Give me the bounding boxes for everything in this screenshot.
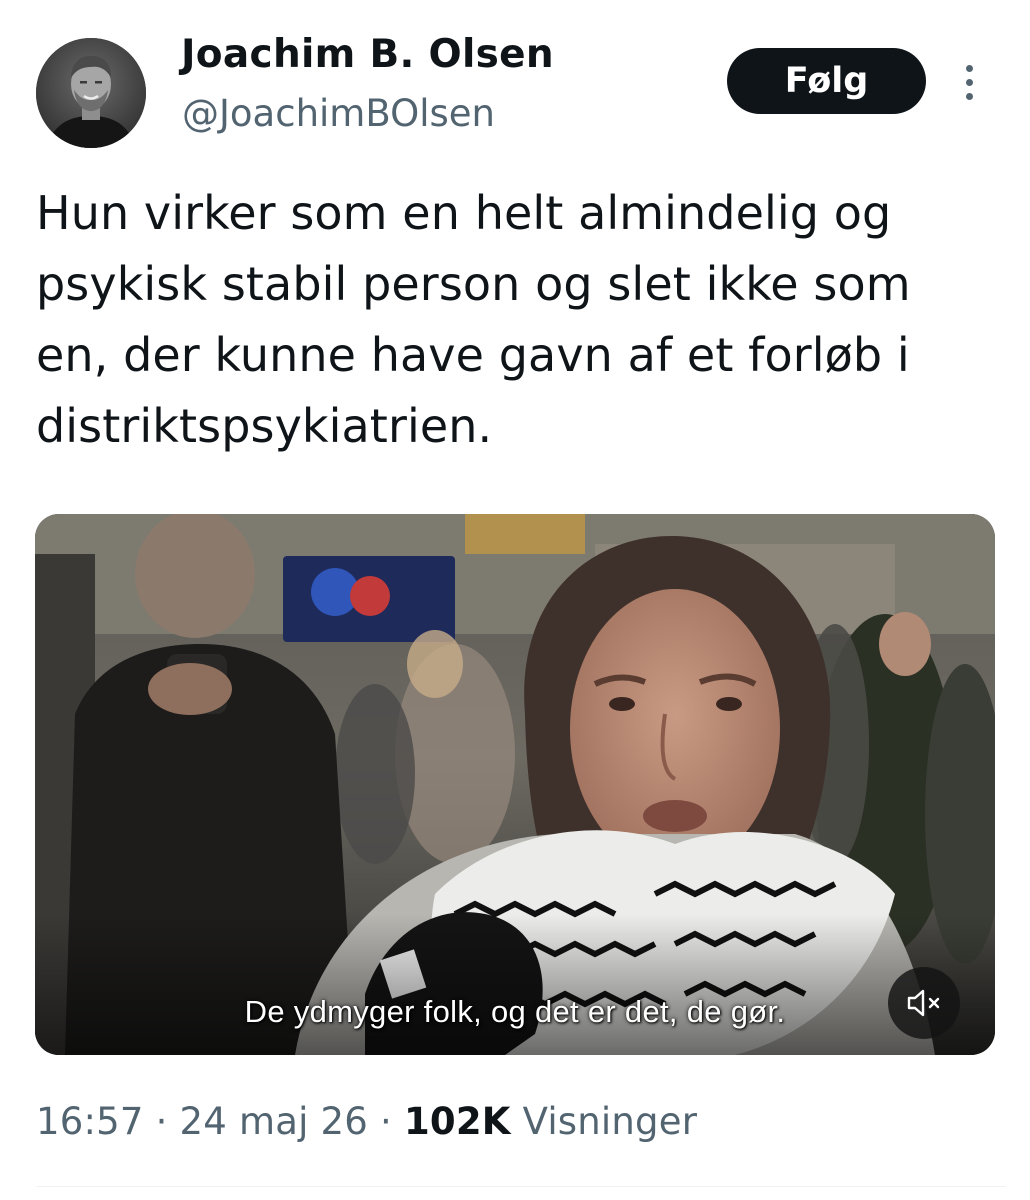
speaker-muted-glyph <box>907 989 940 1017</box>
meta-separator: · <box>380 1100 392 1143</box>
speaker-muted-icon[interactable] <box>888 967 960 1039</box>
tweet-text-line: en, der kunne have gavn af et forløb i <box>36 328 910 382</box>
tweet-meta: 16:57 · 24 maj 26 · 102K Visninger <box>36 1100 697 1143</box>
tweet-date[interactable]: 24 maj 26 <box>180 1100 368 1143</box>
tweet-text-line: psykisk stabil person og slet ikke som <box>36 257 911 311</box>
divider <box>36 1186 1006 1187</box>
video-subtitle: De ydmyger folk, og det er det, de gør. <box>244 994 786 1029</box>
tweet-time[interactable]: 16:57 <box>36 1100 144 1143</box>
views-count[interactable]: 102K <box>404 1100 511 1143</box>
avatar[interactable] <box>36 38 146 148</box>
tweet-text-line: Hun virker som en helt almindelig og <box>36 186 892 240</box>
more-vertical-icon[interactable] <box>952 58 986 106</box>
tweet-text-line: distriktspsykiatrien. <box>36 399 493 453</box>
video-player[interactable]: De ydmyger folk, og det er det, de gør. <box>35 514 995 1055</box>
author-handle[interactable]: @JoachimBOlsen <box>182 92 495 135</box>
video-frame <box>35 514 995 1055</box>
views-label[interactable]: Visninger <box>523 1100 698 1143</box>
tweet-text: Hun virker som en helt almindelig og psy… <box>36 178 1006 462</box>
avatar-photo <box>36 38 146 148</box>
meta-separator: · <box>155 1100 168 1143</box>
author-name[interactable]: Joachim B. Olsen <box>181 32 554 77</box>
tweet-page: Joachim B. Olsen @JoachimBOlsen Følg Hun… <box>0 0 1030 1200</box>
follow-button[interactable]: Følg <box>727 48 926 114</box>
